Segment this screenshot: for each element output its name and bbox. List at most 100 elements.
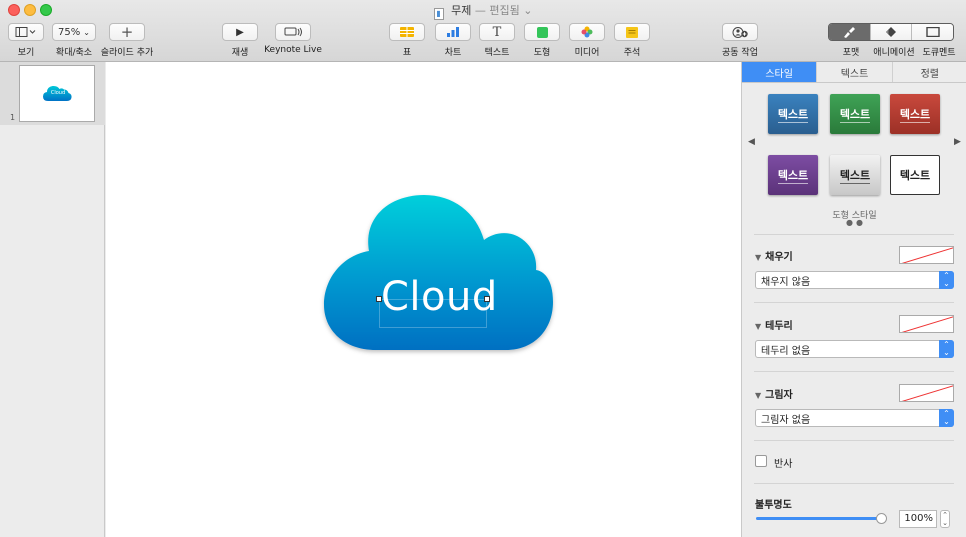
media-label: 미디어 bbox=[574, 48, 600, 58]
shadow-section-label[interactable]: ▼ 그림자 bbox=[755, 386, 793, 401]
keynote-document-icon: ▮ bbox=[433, 8, 444, 20]
text-label: 텍스트 bbox=[484, 48, 510, 58]
disclosure-triangle-icon: ▼ bbox=[755, 322, 762, 331]
shadow-select[interactable]: 그림자 없음 ⌃ ⌄ bbox=[755, 409, 954, 427]
comment-button[interactable] bbox=[614, 23, 650, 41]
opacity-value-field[interactable]: 100% bbox=[899, 510, 937, 528]
shape-label: 도형 bbox=[533, 48, 551, 58]
shape-button[interactable] bbox=[524, 23, 560, 41]
reflection-checkbox[interactable] bbox=[755, 455, 767, 467]
table-button[interactable] bbox=[389, 23, 425, 41]
style-preset-label: 텍스트 bbox=[899, 107, 931, 123]
style-preset-label: 텍스트 bbox=[839, 168, 871, 184]
title-chevron-icon[interactable]: ⌄ bbox=[523, 4, 532, 17]
page-dots[interactable]: ●● bbox=[846, 218, 866, 227]
style-preset-label: 텍스트 bbox=[777, 168, 809, 184]
text-button[interactable]: T bbox=[479, 23, 515, 41]
play-label: 재생 bbox=[231, 48, 249, 58]
animate-diamond-icon bbox=[886, 27, 896, 37]
media-button[interactable] bbox=[569, 23, 605, 41]
animate-button[interactable] bbox=[869, 24, 912, 40]
format-button[interactable] bbox=[829, 24, 870, 40]
tab-text[interactable]: 텍스트 bbox=[817, 62, 893, 82]
shadow-value: 그림자 없음 bbox=[761, 414, 811, 426]
zoom-value: 75% bbox=[58, 26, 81, 38]
style-preset-purple[interactable]: 텍스트 bbox=[768, 155, 818, 195]
chart-icon bbox=[447, 27, 459, 37]
table-label: 표 bbox=[402, 48, 412, 58]
tab-style[interactable]: 스타일 bbox=[742, 62, 818, 82]
zoom-select[interactable]: 75% ⌄ bbox=[52, 23, 96, 41]
divider bbox=[754, 302, 954, 303]
selected-slide-row[interactable]: 1 Cloud bbox=[0, 62, 105, 125]
keynote-window: ▮ 무제 — 편집됨 ⌄ 보기 75% ⌄ 확대/축소 + 슬라이드 추가 ▶ … bbox=[0, 0, 966, 537]
border-section-label[interactable]: ▼ 테두리 bbox=[755, 317, 793, 332]
selection-handle-right[interactable] bbox=[484, 296, 490, 302]
document-button[interactable] bbox=[911, 24, 953, 40]
sidebar-view-icon bbox=[15, 27, 36, 37]
style-preset-outline[interactable]: 텍스트 bbox=[890, 155, 940, 195]
document-label: 도큐멘트 bbox=[922, 48, 956, 58]
add-slide-label: 슬라이드 추가 bbox=[100, 48, 154, 58]
shadow-color-well[interactable] bbox=[899, 384, 954, 402]
select-stepper-icon: ⌃ ⌄ bbox=[939, 340, 954, 358]
document-title[interactable]: 무제 bbox=[451, 4, 471, 17]
style-preset-label: 텍스트 bbox=[839, 107, 871, 123]
chevron-down-icon: ⌄ bbox=[83, 27, 90, 37]
fill-section-label[interactable]: ▼ 채우기 bbox=[755, 248, 793, 263]
style-next-arrow-icon[interactable]: ▶ bbox=[954, 137, 961, 147]
play-button[interactable]: ▶ bbox=[222, 23, 258, 41]
window-title: ▮ 무제 — 편집됨 ⌄ bbox=[0, 2, 966, 20]
play-icon: ▶ bbox=[236, 26, 244, 38]
comment-label: 주석 bbox=[623, 48, 641, 58]
format-inspector: 스타일 텍스트 정렬 ◀ ▶ 텍스트 텍스트 텍스트 텍스트 텍스트 텍스트 도… bbox=[741, 62, 966, 537]
text-box-outline bbox=[379, 299, 487, 328]
slide-canvas[interactable]: Cloud bbox=[106, 62, 741, 537]
divider bbox=[754, 371, 954, 372]
slide-navigator: 1 Cloud bbox=[0, 62, 105, 537]
opacity-slider-knob[interactable] bbox=[876, 513, 887, 524]
fill-value: 채우지 않음 bbox=[761, 276, 811, 288]
comment-note-icon bbox=[626, 26, 638, 38]
disclosure-triangle-icon: ▼ bbox=[755, 391, 762, 400]
slide-number: 1 bbox=[10, 113, 16, 122]
divider bbox=[754, 440, 954, 441]
collaborate-button[interactable] bbox=[722, 23, 758, 41]
table-icon bbox=[400, 27, 414, 37]
style-preset-red[interactable]: 텍스트 bbox=[890, 94, 940, 134]
fill-select[interactable]: 채우지 않음 ⌃ ⌄ bbox=[755, 271, 954, 289]
slide-thumbnail[interactable]: Cloud bbox=[19, 65, 95, 122]
view-label: 보기 bbox=[17, 48, 35, 58]
style-preset-green[interactable]: 텍스트 bbox=[830, 94, 880, 134]
inspector-segmented-control bbox=[828, 23, 954, 41]
media-photos-icon bbox=[581, 26, 593, 38]
style-preset-blue[interactable]: 텍스트 bbox=[768, 94, 818, 134]
title-separator: — bbox=[474, 4, 486, 17]
opacity-label: 불투명도 bbox=[755, 500, 792, 511]
inspector-tabs: 스타일 텍스트 정렬 bbox=[742, 62, 966, 83]
tab-arrange[interactable]: 정렬 bbox=[893, 62, 966, 82]
divider bbox=[754, 234, 954, 235]
keynote-live-label: Keynote Live bbox=[264, 45, 322, 55]
chart-button[interactable] bbox=[435, 23, 471, 41]
style-prev-arrow-icon[interactable]: ◀ bbox=[748, 137, 755, 147]
shadow-label: 그림자 bbox=[765, 390, 793, 401]
keynote-live-button[interactable] bbox=[275, 23, 311, 41]
keynote-live-icon bbox=[284, 27, 302, 37]
view-button[interactable] bbox=[8, 23, 44, 41]
selection-handle-left[interactable] bbox=[376, 296, 382, 302]
fill-color-well[interactable] bbox=[899, 246, 954, 264]
collaborate-label: 공동 작업 bbox=[722, 48, 758, 58]
edit-status: 편집됨 bbox=[489, 4, 520, 17]
style-preset-label: 텍스트 bbox=[899, 169, 931, 182]
style-preset-gray[interactable]: 텍스트 bbox=[830, 155, 880, 195]
chart-label: 차트 bbox=[444, 48, 462, 58]
add-slide-button[interactable]: + bbox=[109, 23, 145, 41]
border-color-well[interactable] bbox=[899, 315, 954, 333]
border-select[interactable]: 테두리 없음 ⌃ ⌄ bbox=[755, 340, 954, 358]
divider bbox=[754, 483, 954, 484]
document-frame-icon bbox=[925, 27, 940, 37]
opacity-stepper[interactable]: ⌃ ⌄ bbox=[940, 510, 950, 528]
opacity-slider-track[interactable] bbox=[756, 517, 882, 520]
toolbar: ▮ 무제 — 편집됨 ⌄ 보기 75% ⌄ 확대/축소 + 슬라이드 추가 ▶ … bbox=[0, 0, 966, 62]
